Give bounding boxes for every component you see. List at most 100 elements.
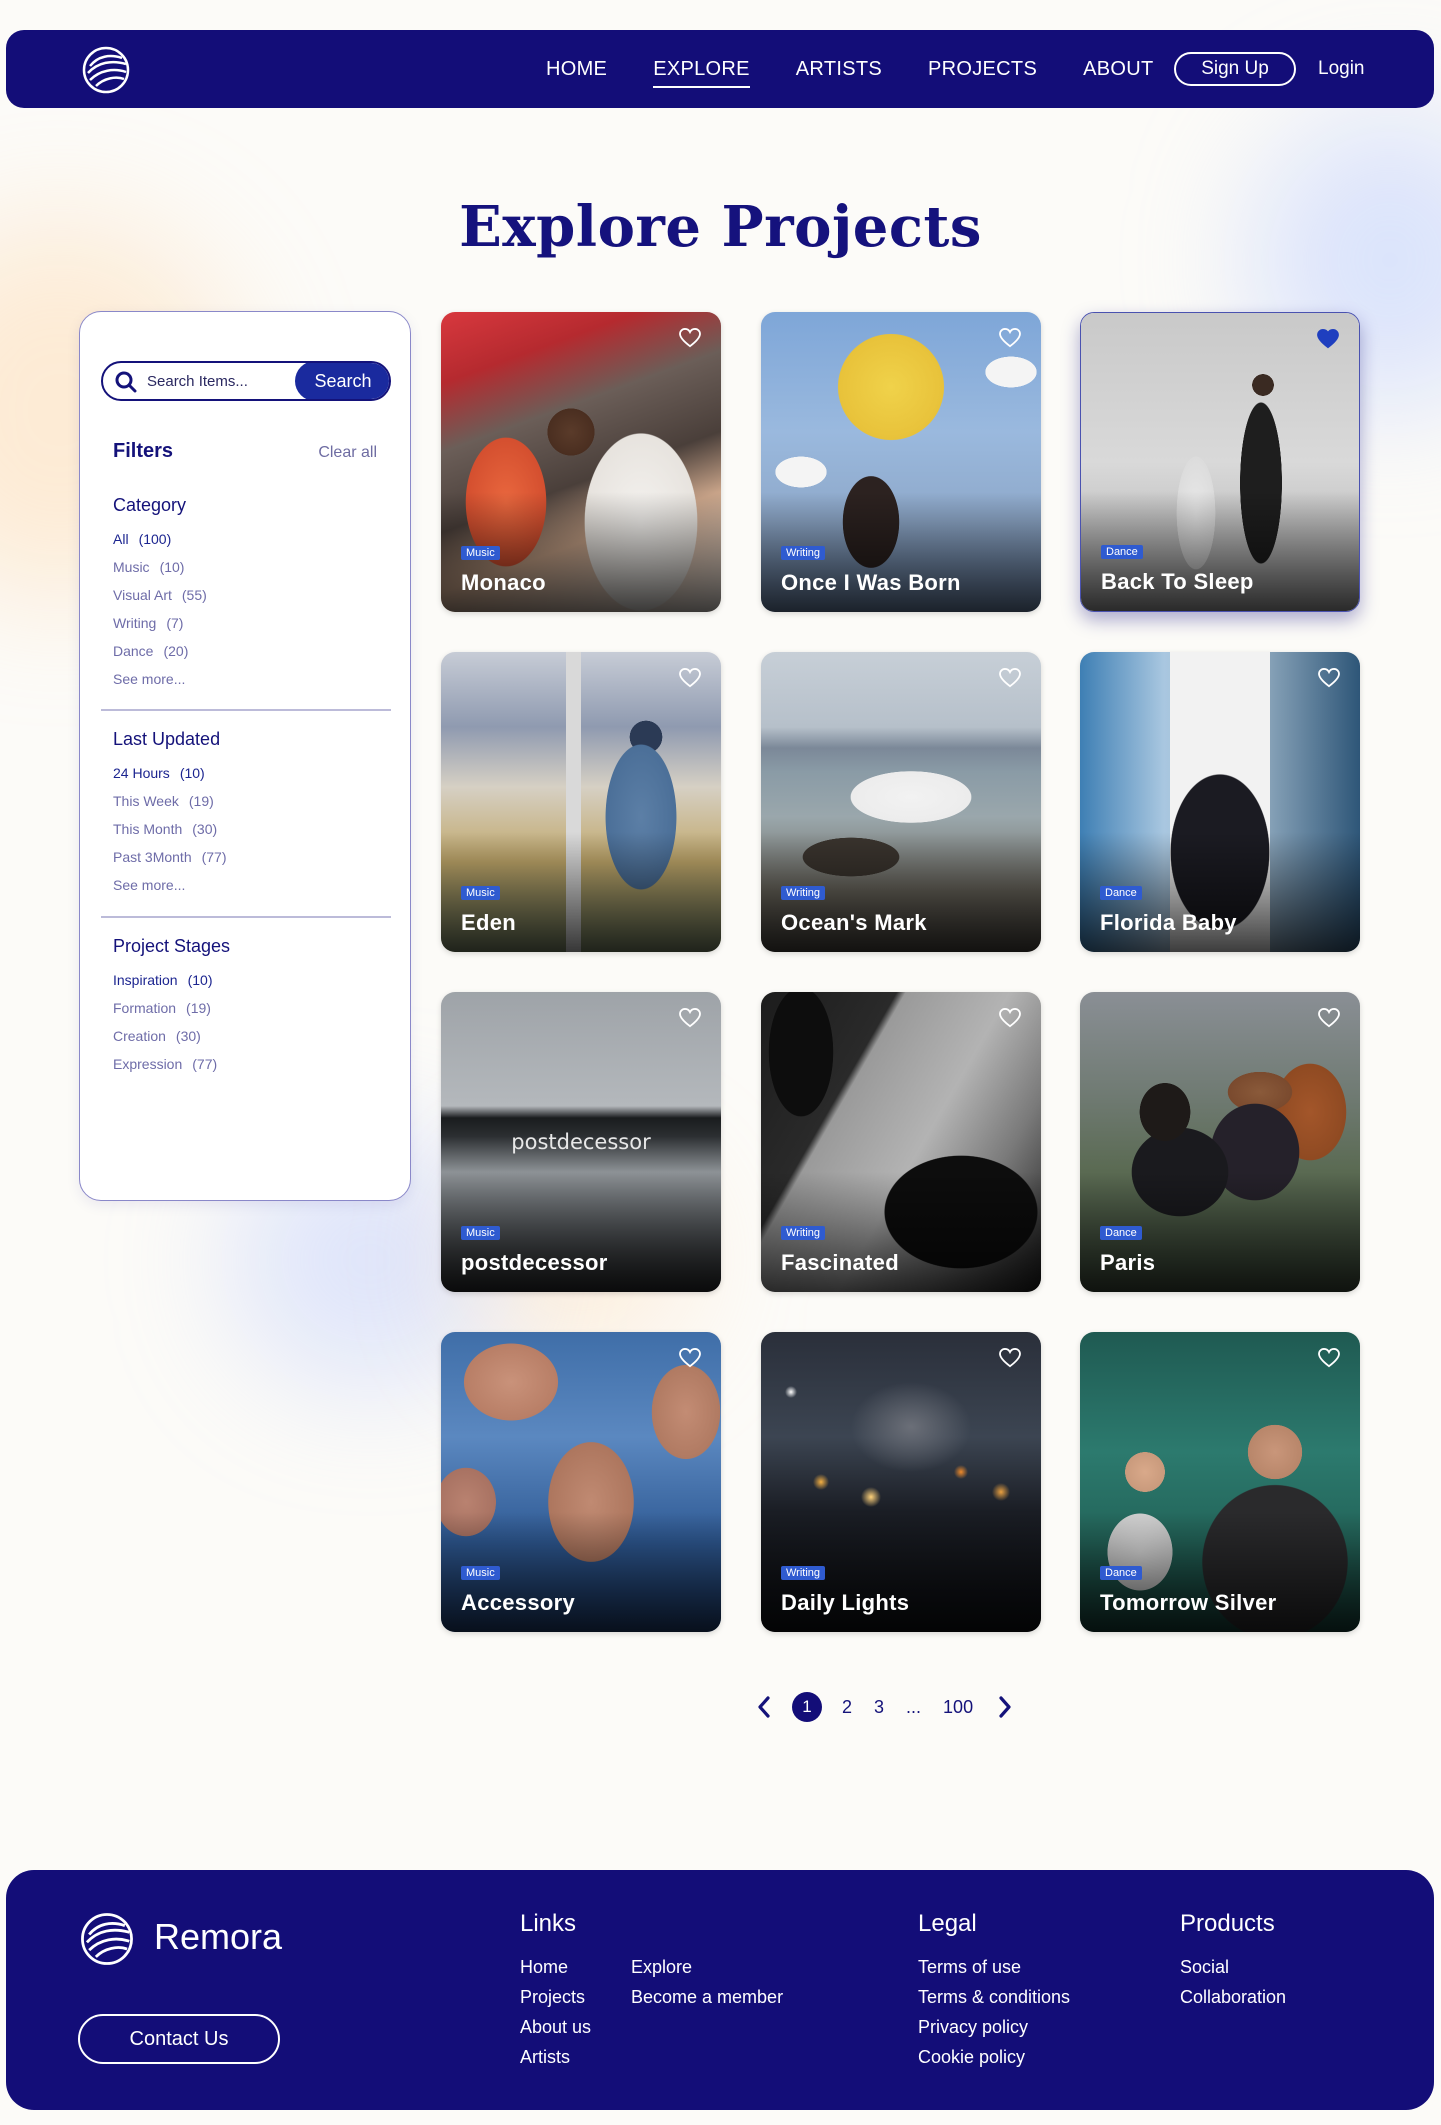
category-tag: Writing bbox=[781, 1226, 826, 1240]
category-tag: Writing bbox=[781, 886, 826, 900]
see-more-last-updated-link[interactable]: See more... bbox=[113, 871, 383, 899]
nav-home[interactable]: HOME bbox=[546, 58, 607, 81]
heart-outline-icon[interactable] bbox=[1318, 668, 1340, 688]
card-title: Tomorrow Silver bbox=[1100, 1590, 1277, 1615]
clear-all-link[interactable]: Clear all bbox=[318, 444, 377, 462]
project-card-fascinated[interactable]: Writing Fascinated bbox=[761, 992, 1041, 1292]
project-card-daily-lights[interactable]: Writing Daily Lights bbox=[761, 1332, 1041, 1632]
nav-about[interactable]: ABOUT bbox=[1083, 58, 1153, 81]
category-tag: Music bbox=[461, 886, 500, 900]
project-card-oceans-mark[interactable]: Writing Ocean's Mark bbox=[761, 652, 1041, 952]
filter-item-dance[interactable]: Dance (20) bbox=[113, 637, 383, 665]
footer-link-explore[interactable]: Explore bbox=[631, 1952, 821, 1982]
category-tag: Writing bbox=[781, 1566, 826, 1580]
login-link[interactable]: Login bbox=[1318, 30, 1365, 108]
filter-item-24-hours[interactable]: 24 Hours (10) bbox=[113, 759, 383, 787]
page-current[interactable]: 1 bbox=[792, 1692, 822, 1722]
filter-item-expression[interactable]: Expression (77) bbox=[113, 1050, 383, 1078]
page-title: Explore Projects bbox=[459, 194, 982, 260]
project-card-paris[interactable]: Dance Paris bbox=[1080, 992, 1360, 1292]
card-title: Paris bbox=[1100, 1250, 1156, 1275]
filter-item-music[interactable]: Music (10) bbox=[113, 553, 383, 581]
filters-heading: Filters bbox=[113, 440, 174, 462]
filter-item-writing[interactable]: Writing (7) bbox=[113, 609, 383, 637]
filter-divider bbox=[101, 916, 391, 918]
filter-item-all[interactable]: All (100) bbox=[113, 525, 383, 553]
filter-item-inspiration[interactable]: Inspiration (10) bbox=[113, 966, 383, 994]
project-card-back-to-sleep[interactable]: Dance Back To Sleep bbox=[1080, 312, 1360, 612]
project-card-monaco[interactable]: Music Monaco bbox=[441, 312, 721, 612]
footer-legal-column: Legal Terms of use Terms & conditions Pr… bbox=[918, 1910, 1070, 2072]
card-title: postdecessor bbox=[461, 1250, 608, 1275]
page-link[interactable]: 100 bbox=[943, 1697, 973, 1718]
filter-item-past-3month[interactable]: Past 3Month (77) bbox=[113, 843, 383, 871]
footer-link-become-member[interactable]: Become a member bbox=[631, 1982, 821, 2012]
page-link[interactable]: 3 bbox=[874, 1697, 884, 1718]
filter-item-creation[interactable]: Creation (30) bbox=[113, 1022, 383, 1050]
page-link[interactable]: 2 bbox=[842, 1697, 852, 1718]
search-input[interactable] bbox=[147, 363, 297, 399]
footer-products-column: Products Social Collaboration bbox=[1180, 1910, 1286, 2012]
heart-outline-icon[interactable] bbox=[679, 668, 701, 688]
footer-link-projects[interactable]: Projects bbox=[520, 1982, 631, 2012]
project-card-postdecessor[interactable]: postdecessor Music postdecessor bbox=[441, 992, 721, 1292]
card-title: Back To Sleep bbox=[1101, 569, 1254, 594]
see-more-category-link[interactable]: See more... bbox=[113, 665, 383, 693]
filter-group-title: Category bbox=[113, 495, 187, 515]
category-tag: Dance bbox=[1100, 1566, 1142, 1580]
footer-link-cookie-policy[interactable]: Cookie policy bbox=[918, 2042, 1070, 2072]
footer-link-privacy-policy[interactable]: Privacy policy bbox=[918, 2012, 1070, 2042]
footer-link-home[interactable]: Home bbox=[520, 1952, 631, 1982]
heart-outline-icon[interactable] bbox=[1318, 1008, 1340, 1028]
project-card-eden[interactable]: Music Eden bbox=[441, 652, 721, 952]
chevron-right-icon[interactable] bbox=[997, 1696, 1013, 1718]
project-card-once-i-was-born[interactable]: Writing Once I Was Born bbox=[761, 312, 1041, 612]
heart-filled-icon[interactable] bbox=[1317, 329, 1339, 349]
footer-link-social[interactable]: Social bbox=[1180, 1952, 1286, 1982]
footer: Remora Contact Us Links Home Projects Ab… bbox=[6, 1870, 1434, 2110]
footer-link-artists[interactable]: Artists bbox=[520, 2042, 631, 2072]
card-title: Once I Was Born bbox=[781, 570, 961, 595]
card-title: Fascinated bbox=[781, 1250, 899, 1275]
heart-outline-icon[interactable] bbox=[1318, 1348, 1340, 1368]
filter-group-last-updated: Last Updated 24 Hours (10) This Week (19) … bbox=[113, 729, 383, 899]
nav-explore[interactable]: EXPLORE bbox=[653, 58, 750, 88]
footer-brand: Remora bbox=[154, 1916, 283, 1957]
card-art-text: postdecessor bbox=[511, 1130, 651, 1154]
heart-outline-icon[interactable] bbox=[679, 1008, 701, 1028]
heart-outline-icon[interactable] bbox=[679, 1348, 701, 1368]
project-card-florida-baby[interactable]: Dance Florida Baby bbox=[1080, 652, 1360, 952]
card-title: Monaco bbox=[461, 570, 546, 595]
heart-outline-icon[interactable] bbox=[999, 1348, 1021, 1368]
signup-button[interactable]: Sign Up bbox=[1174, 52, 1296, 86]
heart-outline-icon[interactable] bbox=[679, 328, 701, 348]
heart-outline-icon[interactable] bbox=[999, 1008, 1021, 1028]
card-title: Eden bbox=[461, 910, 516, 935]
nav-artists[interactable]: ARTISTS bbox=[796, 58, 882, 81]
wave-logo-icon[interactable] bbox=[80, 44, 132, 96]
heart-outline-icon[interactable] bbox=[999, 668, 1021, 688]
contact-us-button[interactable]: Contact Us bbox=[78, 2014, 280, 2064]
filter-group-category: Category All (100) Music (10) Visual Art (5… bbox=[113, 495, 383, 693]
project-card-accessory[interactable]: Music Accessory bbox=[441, 1332, 721, 1632]
card-title: Accessory bbox=[461, 1590, 575, 1615]
filter-item-this-week[interactable]: This Week (19) bbox=[113, 787, 383, 815]
filter-item-formation[interactable]: Formation (19) bbox=[113, 994, 383, 1022]
footer-link-terms-of-use[interactable]: Terms of use bbox=[918, 1952, 1070, 1982]
card-title: Daily Lights bbox=[781, 1590, 910, 1615]
footer-column-title: Products bbox=[1180, 1910, 1275, 1937]
footer-link-terms-conditions[interactable]: Terms & conditions bbox=[918, 1982, 1070, 2012]
footer-link-collaboration[interactable]: Collaboration bbox=[1180, 1982, 1286, 2012]
filter-group-project-stages: Project Stages Inspiration (10) Formation… bbox=[113, 936, 383, 1078]
chevron-left-icon[interactable] bbox=[756, 1696, 772, 1718]
filter-item-this-month[interactable]: This Month (30) bbox=[113, 815, 383, 843]
top-navbar: HOME EXPLORE ARTISTS PROJECTS ABOUT Sign… bbox=[6, 30, 1434, 108]
heart-outline-icon[interactable] bbox=[999, 328, 1021, 348]
filter-item-visual-art[interactable]: Visual Art (55) bbox=[113, 581, 383, 609]
footer-link-about-us[interactable]: About us bbox=[520, 2012, 631, 2042]
project-card-tomorrow-silver[interactable]: Dance Tomorrow Silver bbox=[1080, 1332, 1360, 1632]
search-button[interactable]: Search bbox=[295, 363, 389, 399]
nav-projects[interactable]: PROJECTS bbox=[928, 58, 1037, 81]
search-icon bbox=[115, 371, 137, 393]
filter-sidebar: Search Filters Clear all Category All(10… bbox=[79, 311, 411, 1201]
